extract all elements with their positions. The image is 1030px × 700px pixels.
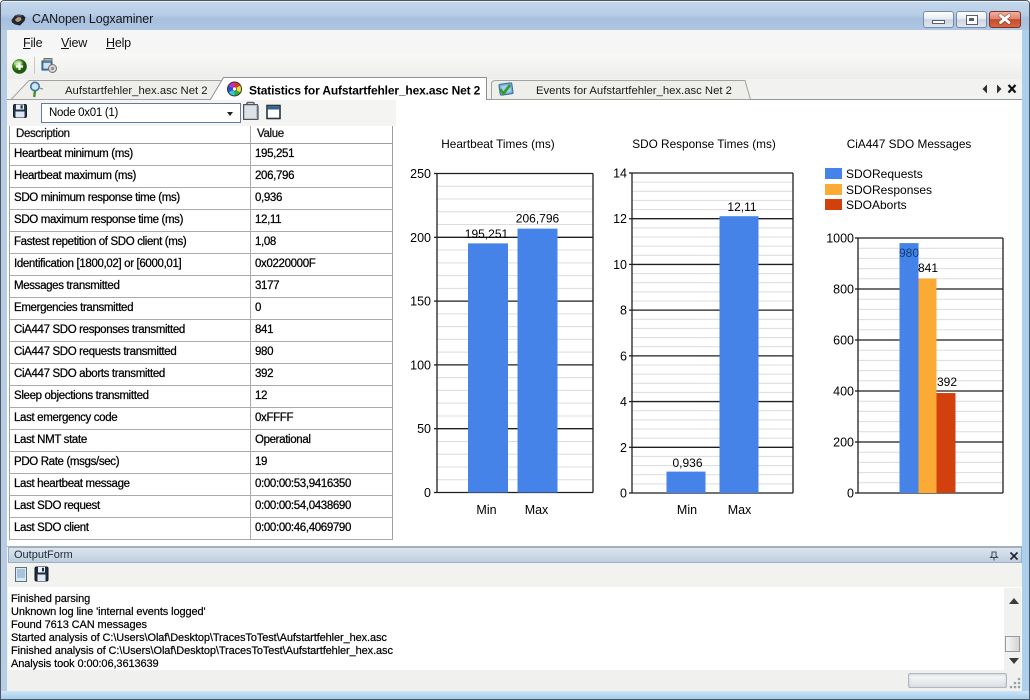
svg-text:SDORequests: SDORequests	[846, 167, 923, 181]
svg-text:2: 2	[620, 441, 627, 455]
svg-text:980: 980	[899, 246, 919, 260]
svg-text:Min: Min	[677, 503, 697, 517]
svg-text:200: 200	[410, 231, 431, 245]
svg-text:Events for Aufstartfehler_hex.: Events for Aufstartfehler_hex.asc Net 2	[536, 85, 732, 97]
svg-text:Statistics for Aufstartfehler_: Statistics for Aufstartfehler_hex.asc Ne…	[249, 84, 481, 98]
svg-text:SDOResponses: SDOResponses	[846, 183, 932, 197]
svg-text:100: 100	[410, 358, 431, 372]
svg-text:0: 0	[424, 486, 431, 500]
svg-text:Aufstartfehler_hex.asc Net 2: Aufstartfehler_hex.asc Net 2	[65, 85, 208, 97]
svg-text:200: 200	[833, 436, 854, 450]
svg-text:392: 392	[937, 375, 957, 389]
svg-text:6: 6	[620, 349, 627, 363]
svg-text:Max: Max	[525, 503, 549, 517]
svg-text:8: 8	[620, 304, 627, 318]
svg-text:50: 50	[417, 422, 431, 436]
svg-text:CiA447 SDO Messages: CiA447 SDO Messages	[847, 137, 972, 151]
svg-text:150: 150	[410, 295, 431, 309]
svg-text:0: 0	[847, 487, 854, 501]
svg-text:12,11: 12,11	[727, 200, 756, 214]
svg-text:10: 10	[613, 258, 627, 272]
svg-text:4: 4	[620, 395, 627, 409]
svg-text:12: 12	[613, 212, 627, 226]
svg-text:195,251: 195,251	[465, 227, 509, 241]
svg-text:0: 0	[620, 487, 627, 501]
svg-text:600: 600	[833, 334, 854, 348]
svg-text:206,796: 206,796	[516, 212, 560, 226]
svg-text:250: 250	[410, 167, 431, 181]
svg-text:Max: Max	[728, 503, 752, 517]
svg-text:SDOAborts: SDOAborts	[846, 198, 907, 212]
svg-text:841: 841	[918, 261, 938, 275]
svg-text:0,936: 0,936	[672, 456, 702, 470]
svg-text:Min: Min	[476, 503, 496, 517]
svg-text:800: 800	[833, 283, 854, 297]
svg-text:1000: 1000	[826, 232, 854, 246]
svg-text:400: 400	[833, 385, 854, 399]
svg-text:SDO Response Times (ms): SDO Response Times (ms)	[632, 137, 776, 151]
svg-text:14: 14	[613, 167, 627, 181]
svg-text:Heartbeat Times (ms): Heartbeat Times (ms)	[441, 137, 554, 151]
